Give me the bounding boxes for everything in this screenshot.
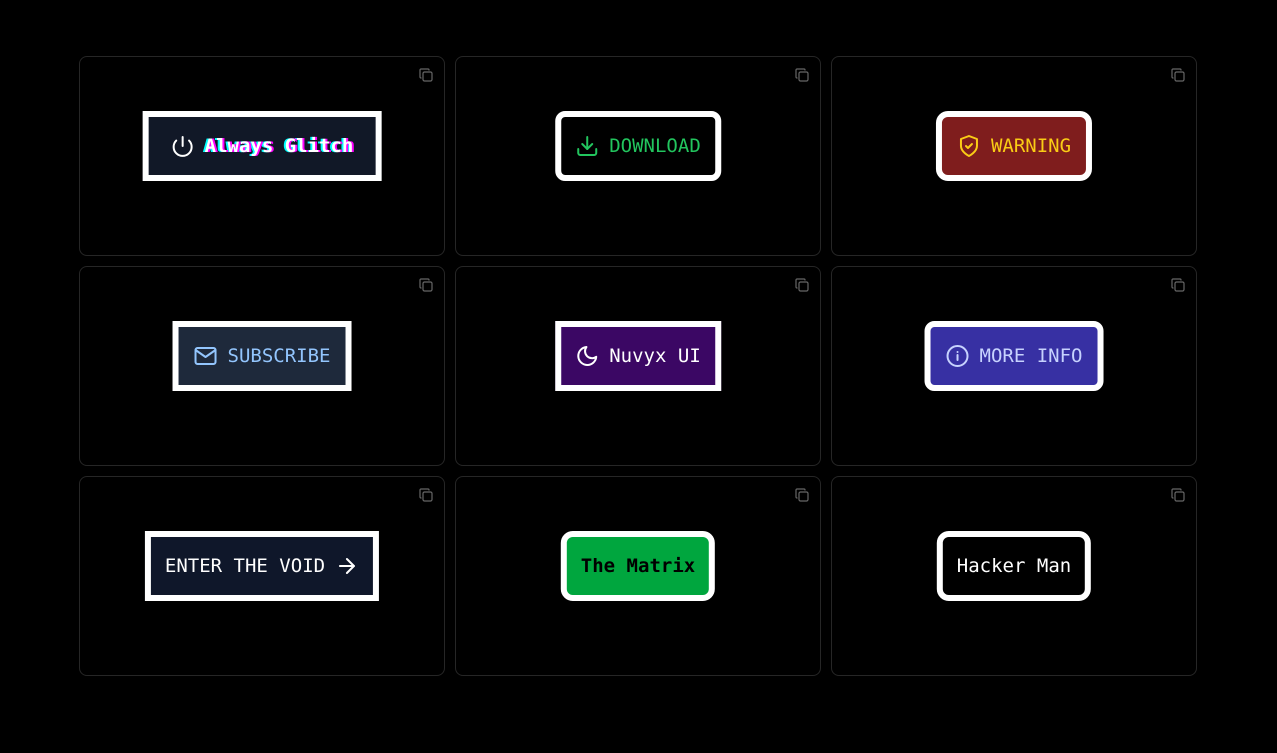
shield-check-icon [959,135,978,157]
copy-icon[interactable] [794,67,810,83]
button-showcase-grid: Always Glitch DOWNLOAD WARNING SUBSCRIBE… [79,56,1197,676]
arrow-right-icon [339,558,356,574]
moon-icon [577,346,598,366]
card-hacker-man: Hacker Man [831,476,1197,676]
copy-icon[interactable] [794,277,810,293]
card-nuvyx: Nuvyx UI [455,266,821,466]
power-icon [172,136,193,157]
copy-icon[interactable] [418,277,434,293]
download-icon [577,136,598,156]
always-glitch-button[interactable]: Always Glitch [142,111,382,181]
copy-icon[interactable] [1170,67,1186,83]
warning-button[interactable]: WARNING [935,111,1093,181]
enter-the-void-label: ENTER THE VOID [164,555,326,577]
more-info-label: MORE INFO [979,345,1083,367]
enter-the-void-button[interactable]: ENTER THE VOID [144,531,380,601]
copy-icon[interactable] [1170,277,1186,293]
card-the-matrix: The Matrix [455,476,821,676]
copy-icon[interactable] [418,67,434,83]
hacker-man-button[interactable]: Hacker Man [936,531,1092,601]
card-warning: WARNING [831,56,1197,256]
nuvyx-button[interactable]: Nuvyx UI [555,321,721,391]
more-info-button[interactable]: MORE INFO [924,321,1104,391]
mail-icon [194,347,217,365]
the-matrix-label: The Matrix [580,555,696,577]
card-always-glitch: Always Glitch [79,56,445,256]
subscribe-button[interactable]: SUBSCRIBE [172,321,352,391]
nuvyx-label: Nuvyx UI [609,345,701,367]
warning-label: WARNING [990,135,1072,157]
card-enter-void: ENTER THE VOID [79,476,445,676]
copy-icon[interactable] [1170,487,1186,503]
card-more-info: MORE INFO [831,266,1197,466]
card-download: DOWNLOAD [455,56,821,256]
always-glitch-label: Always Glitch [204,135,354,157]
download-label: DOWNLOAD [609,135,701,157]
copy-icon[interactable] [418,487,434,503]
copy-icon[interactable] [794,487,810,503]
the-matrix-button[interactable]: The Matrix [560,531,716,601]
hacker-man-label: Hacker Man [956,555,1072,577]
download-button[interactable]: DOWNLOAD [555,111,721,181]
card-subscribe: SUBSCRIBE [79,266,445,466]
subscribe-label: SUBSCRIBE [227,345,331,367]
info-icon [946,345,969,367]
